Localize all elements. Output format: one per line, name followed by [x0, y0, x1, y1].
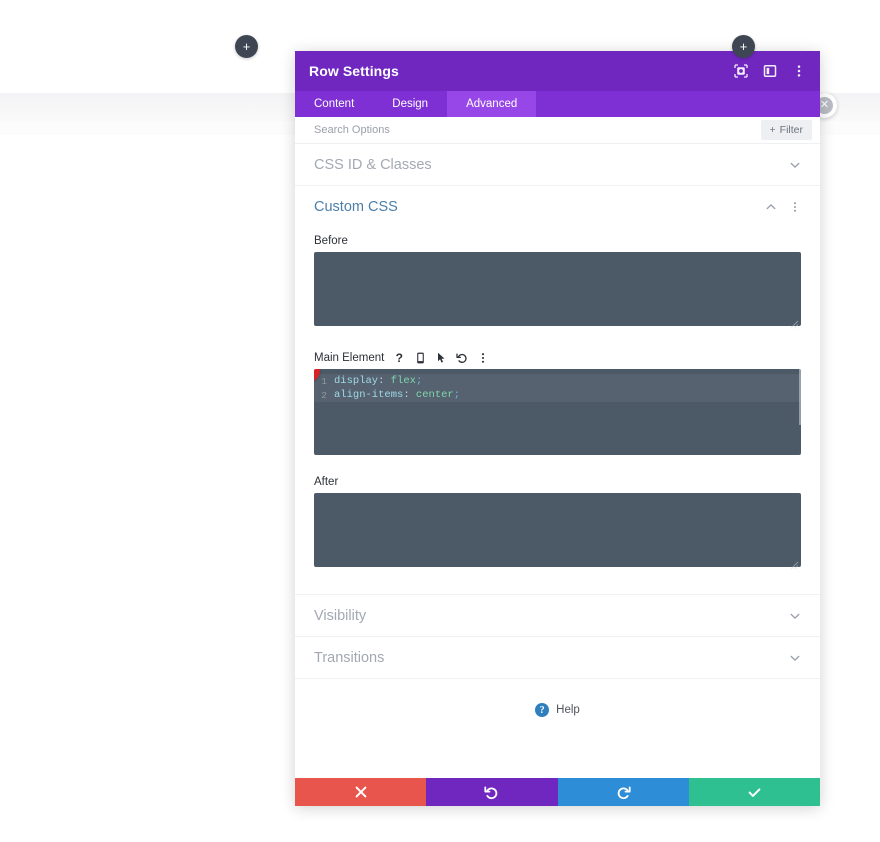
page-title: Row Settings	[309, 63, 399, 79]
panel-layout-icon[interactable]	[762, 64, 777, 79]
section-custom-css-header[interactable]: Custom CSS	[295, 186, 820, 228]
before-css-textarea[interactable]	[314, 252, 801, 326]
redo-arrow-icon	[617, 786, 631, 799]
vertical-dots-icon[interactable]	[789, 201, 801, 213]
section-title: CSS ID & Classes	[314, 156, 432, 173]
field-label: Main Element	[314, 352, 385, 364]
css-terminator: ;	[453, 389, 461, 401]
css-terminator: ;	[415, 375, 423, 387]
code-line: 2 align-items: center;	[314, 388, 801, 402]
close-x-icon	[355, 786, 367, 798]
search-bar: + Filter	[295, 117, 820, 144]
check-icon	[748, 787, 761, 797]
field-after-label-row: After	[314, 469, 801, 493]
field-main-element: Main Element ? 1 display: flex; 2 align-…	[295, 345, 820, 469]
tab-advanced[interactable]: Advanced	[447, 91, 537, 117]
chevron-up-icon[interactable]	[765, 201, 777, 213]
css-property: align-items	[334, 389, 404, 401]
section-title: Transitions	[314, 649, 385, 666]
chevron-down-icon	[789, 610, 801, 622]
after-css-textarea[interactable]	[314, 493, 801, 567]
code-content: display: flex;	[334, 375, 422, 387]
plus-icon: +	[242, 39, 251, 54]
modal-footer	[295, 778, 820, 806]
section-title: Custom CSS	[314, 199, 398, 215]
add-row-button-right[interactable]: +	[732, 35, 755, 58]
code-content: align-items: center;	[334, 389, 460, 401]
plus-icon: +	[769, 124, 776, 136]
help-label[interactable]: Help	[556, 704, 580, 716]
add-row-button-left[interactable]: +	[235, 35, 258, 58]
section-custom-css: Custom CSS Before Main Element ? 1 displ…	[295, 186, 820, 595]
field-main-element-label-row: Main Element ?	[314, 345, 801, 369]
tab-design[interactable]: Design	[373, 91, 447, 117]
save-button[interactable]	[688, 778, 820, 806]
help-question-icon[interactable]: ?	[393, 351, 405, 365]
field-before: Before	[295, 228, 820, 345]
main-element-code-editor[interactable]: 1 1 display: flex; 2 align-items: center…	[314, 369, 801, 455]
row-settings-modal: Row Settings Content Design Advanced Sea…	[295, 51, 820, 806]
cancel-button[interactable]	[295, 778, 427, 806]
line-number: 2	[321, 389, 327, 401]
field-label: Before	[314, 235, 348, 247]
search-input[interactable]	[314, 124, 761, 136]
mobile-device-icon[interactable]	[414, 352, 426, 364]
filter-button[interactable]: + Filter	[760, 120, 812, 140]
css-property: display	[334, 375, 379, 387]
modal-tabs: Content Design Advanced	[295, 91, 820, 117]
undo-button[interactable]	[426, 778, 558, 806]
field-after: After	[295, 469, 820, 586]
modal-body[interactable]: CSS ID & Classes Custom CSS Before Main …	[295, 144, 820, 778]
field-before-label-row: Before	[314, 228, 801, 252]
before-textarea-wrapper	[314, 252, 801, 331]
section-visibility[interactable]: Visibility	[295, 595, 820, 637]
modal-header-actions	[733, 64, 806, 79]
css-separator: :	[378, 375, 391, 387]
chevron-down-icon	[789, 159, 801, 171]
focus-target-icon[interactable]	[733, 64, 748, 79]
reset-undo-icon[interactable]	[456, 352, 468, 364]
editor-scrollbar[interactable]	[799, 369, 801, 425]
undo-arrow-icon	[484, 786, 498, 799]
css-separator: :	[403, 389, 416, 401]
vertical-dots-icon[interactable]	[477, 352, 489, 364]
plus-icon: +	[739, 39, 748, 54]
redo-button[interactable]	[557, 778, 689, 806]
help-row[interactable]: ? Help	[295, 679, 820, 717]
section-title: Visibility	[314, 607, 367, 624]
vertical-dots-icon[interactable]	[791, 64, 806, 79]
tab-content[interactable]: Content	[295, 91, 373, 117]
help-question-icon: ?	[535, 703, 550, 717]
code-line: 1 display: flex;	[314, 374, 801, 388]
after-textarea-wrapper	[314, 493, 801, 572]
css-value: flex	[390, 375, 416, 387]
chevron-down-icon	[789, 652, 801, 664]
section-css-id-classes[interactable]: CSS ID & Classes	[295, 144, 820, 186]
css-value: center	[415, 389, 454, 401]
hover-cursor-icon[interactable]	[435, 352, 447, 364]
filter-button-label: Filter	[779, 124, 803, 136]
field-label: After	[314, 476, 339, 488]
section-transitions[interactable]: Transitions	[295, 637, 820, 679]
